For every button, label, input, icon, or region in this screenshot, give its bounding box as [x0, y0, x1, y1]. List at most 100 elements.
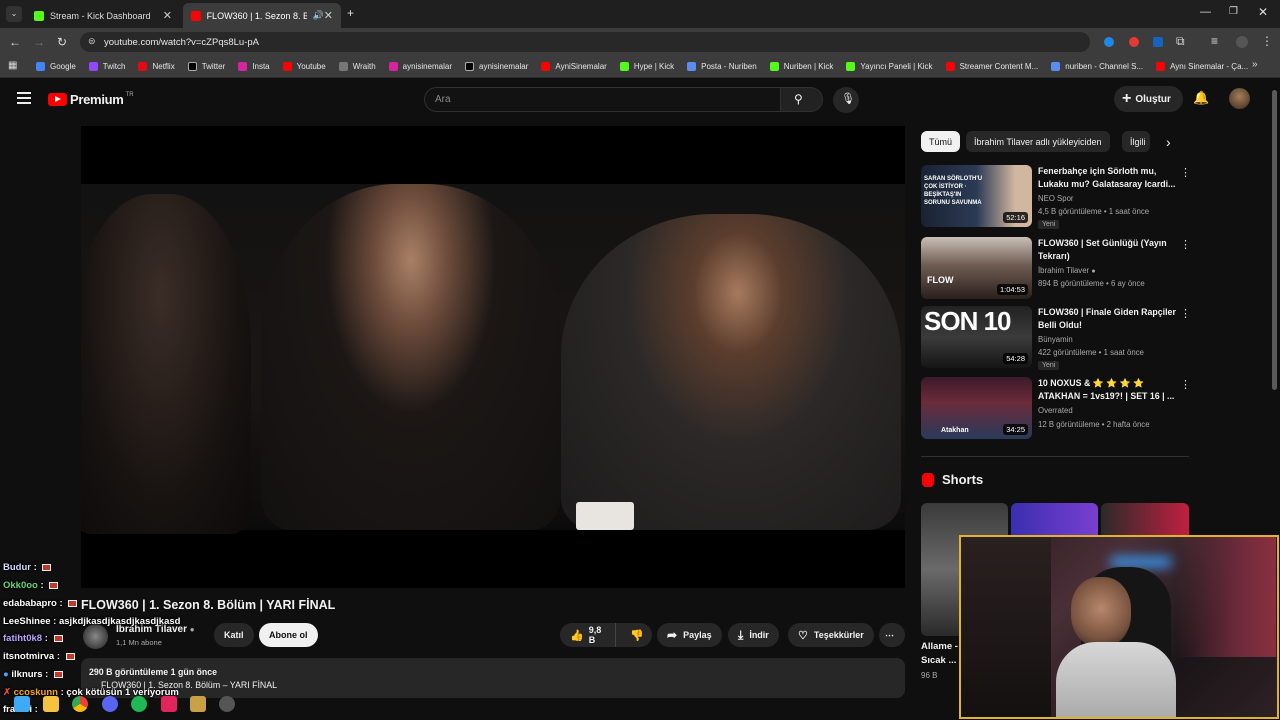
rec-thumbnail[interactable]: SARAN SÖRLOTH'U ÇOK İSTİYOR · BEŞİKTAŞ'I…	[921, 165, 1032, 227]
dislike-button[interactable]: 👎	[622, 623, 652, 647]
channel-avatar[interactable]	[83, 624, 108, 649]
join-button[interactable]: Katıl	[214, 623, 254, 647]
window-close-icon[interactable]: ✕	[1258, 5, 1268, 19]
forward-icon[interactable]: →	[33, 35, 45, 49]
person-right	[561, 214, 901, 530]
chat-message: edababapro :	[3, 598, 78, 609]
spotify-icon[interactable]	[131, 696, 147, 712]
rec-channel[interactable]: NEO Spor	[1038, 192, 1074, 205]
rec-menu-icon[interactable]: ⋮	[1180, 378, 1191, 391]
rec-channel[interactable]: İbrahim Tilaver ●	[1038, 264, 1096, 278]
rec-title[interactable]: Fenerbahçe için Sörloth mu, Lukaku mu? G…	[1038, 165, 1176, 191]
youtube-premium-logo[interactable]: Premium TR	[48, 92, 134, 107]
media-control-icon[interactable]: ≡	[1211, 34, 1218, 48]
rec-title[interactable]: 10 NOXUS & ⭐ ⭐ ⭐ ⭐ ATAKHAN = 1vs19?! | S…	[1038, 377, 1176, 403]
bookmark-aynisinemalar-yt[interactable]: AyniSinemalar	[541, 62, 607, 71]
rec-thumbnail[interactable]: SON 10 54:28	[921, 306, 1032, 368]
bookmark-twitter[interactable]: Twitter	[187, 62, 225, 71]
more-bookmarks-icon[interactable]: »	[1252, 59, 1258, 70]
thanks-button[interactable]: ♡ Teşekkürler	[788, 623, 874, 647]
app-icon[interactable]	[161, 696, 177, 712]
reload-icon[interactable]: ↻	[57, 35, 67, 49]
subscribe-button[interactable]: Abone ol	[259, 623, 318, 647]
file-explorer-icon[interactable]	[43, 696, 59, 712]
bookmark-google[interactable]: Google	[36, 62, 76, 71]
plus-icon: +	[1122, 90, 1132, 107]
taskbar	[0, 690, 260, 720]
minimize-icon[interactable]: —	[1200, 6, 1211, 18]
bookmark-ayni-sinemalar[interactable]: Aynı Sinemalar - Ça...	[1156, 62, 1248, 71]
extension-icon[interactable]	[1104, 37, 1114, 47]
share-button[interactable]: ➦ Paylaş	[657, 623, 722, 647]
bookmark-yayinci-paneli[interactable]: Yayıncı Paneli | Kick	[846, 62, 933, 71]
apps-grid-icon[interactable]: ▦	[8, 60, 17, 71]
account-avatar[interactable]	[1229, 88, 1250, 109]
shield-icon[interactable]	[1153, 37, 1163, 47]
like-button[interactable]: 👍 9,8 B	[560, 623, 617, 647]
download-button[interactable]: ⤓ İndir	[728, 623, 779, 647]
close-tab-icon[interactable]: ✕	[324, 9, 333, 22]
close-tab-icon[interactable]: ✕	[163, 9, 172, 22]
rec-menu-icon[interactable]: ⋮	[1180, 166, 1191, 179]
discord-icon[interactable]	[102, 696, 118, 712]
notifications-bell-icon[interactable]: 🔔	[1193, 90, 1209, 106]
browser-menu-icon[interactable]: ⋮	[1261, 34, 1273, 48]
rec-menu-icon[interactable]: ⋮	[1180, 238, 1191, 251]
chevron-right-icon[interactable]: ›	[1166, 134, 1171, 150]
bookmark-aynisinemalar-x[interactable]: aynisinemalar	[465, 62, 528, 71]
rec-title[interactable]: FLOW360 | Set Günlüğü (Yayın Tekrarı)	[1038, 237, 1176, 263]
badge-icon: ●	[3, 669, 9, 680]
rec-meta: 12 B görüntüleme • 2 hafta önce	[1038, 420, 1150, 429]
extension-icon[interactable]	[1129, 37, 1139, 47]
maximize-icon[interactable]: ❐	[1229, 6, 1238, 17]
create-button[interactable]: + Oluştur	[1114, 86, 1183, 112]
site-info-icon[interactable]: ⊜	[88, 36, 96, 47]
bookmark-insta[interactable]: Insta	[238, 62, 270, 71]
bookmark-youtube[interactable]: Youtube	[282, 62, 326, 71]
bookmark-netflix[interactable]: Netflix	[138, 62, 175, 71]
bookmark-nuriben-kick[interactable]: Nuriben | Kick	[769, 62, 833, 71]
duration-badge: 1:04:53	[996, 284, 1028, 295]
bookmark-hype-kick[interactable]: Hype | Kick	[619, 62, 674, 71]
url-bar[interactable]: ⊜ youtube.com/watch?v=cZPqs8Lu-pA	[80, 32, 1090, 52]
chip-from-uploader[interactable]: İbrahim Tilaver adlı yükleyiciden	[966, 131, 1110, 152]
bookmark-aynisinemalar-insta[interactable]: aynisinemalar	[388, 62, 452, 71]
windows-start-icon[interactable]	[14, 696, 30, 712]
tab-youtube-video[interactable]: FLOW360 | 1. Sezon 8. Bölü 🔊 ✕	[183, 3, 341, 28]
bookmark-streamer-content[interactable]: Streamer Content M...	[945, 62, 1038, 71]
chip-related[interactable]: İlgili	[1122, 131, 1150, 152]
person-center	[261, 184, 561, 530]
new-tab-icon[interactable]: +	[347, 6, 354, 20]
voice-search-button[interactable]: 🎙	[833, 87, 859, 113]
bookmark-wraith[interactable]: Wraith	[338, 62, 376, 71]
video-player[interactable]	[81, 126, 905, 588]
short-title[interactable]: Allame - Sıcak ...	[921, 640, 959, 668]
rec-title[interactable]: FLOW360 | Finale Giden Rapçiler Belli Ol…	[1038, 306, 1176, 332]
thumbs-up-icon: 👍	[570, 629, 584, 642]
hamburger-menu-icon[interactable]	[17, 92, 31, 104]
more-actions-button[interactable]: ⋯	[879, 623, 905, 647]
bookmark-channel[interactable]: nuriben - Channel S...	[1051, 62, 1143, 71]
rec-channel[interactable]: Overrated	[1038, 404, 1073, 417]
back-icon[interactable]: ←	[9, 35, 21, 49]
league-icon[interactable]	[190, 696, 206, 712]
tab-search-icon[interactable]: ⌄	[6, 6, 22, 22]
extensions-puzzle-icon[interactable]: ⧉	[1176, 34, 1185, 49]
speaker-icon[interactable]: 🔊	[313, 10, 324, 21]
verified-icon: ●	[189, 625, 195, 634]
rec-thumbnail[interactable]: Atakhan 34:25	[921, 377, 1032, 439]
rec-menu-icon[interactable]: ⋮	[1180, 307, 1191, 320]
tab-kick-dashboard[interactable]: Stream - Kick Dashboard ✕	[26, 3, 180, 28]
search-input[interactable]: Ara	[424, 87, 781, 112]
search-button[interactable]: ⚲	[781, 87, 823, 112]
bookmark-twitch[interactable]: Twitch	[88, 62, 125, 71]
chat-message: itsnotmirva :	[3, 651, 75, 662]
chrome-icon[interactable]	[72, 696, 88, 712]
rec-channel[interactable]: Bünyamin	[1038, 333, 1073, 346]
profile-avatar[interactable]	[1236, 36, 1248, 48]
obs-icon[interactable]	[219, 696, 235, 712]
chip-all[interactable]: Tümü	[921, 131, 961, 152]
rec-thumbnail[interactable]: FLOW 1:04:53	[921, 237, 1032, 299]
bookmark-posta[interactable]: Posta - Nuriben	[687, 62, 757, 71]
page-scrollbar[interactable]	[1272, 90, 1277, 390]
